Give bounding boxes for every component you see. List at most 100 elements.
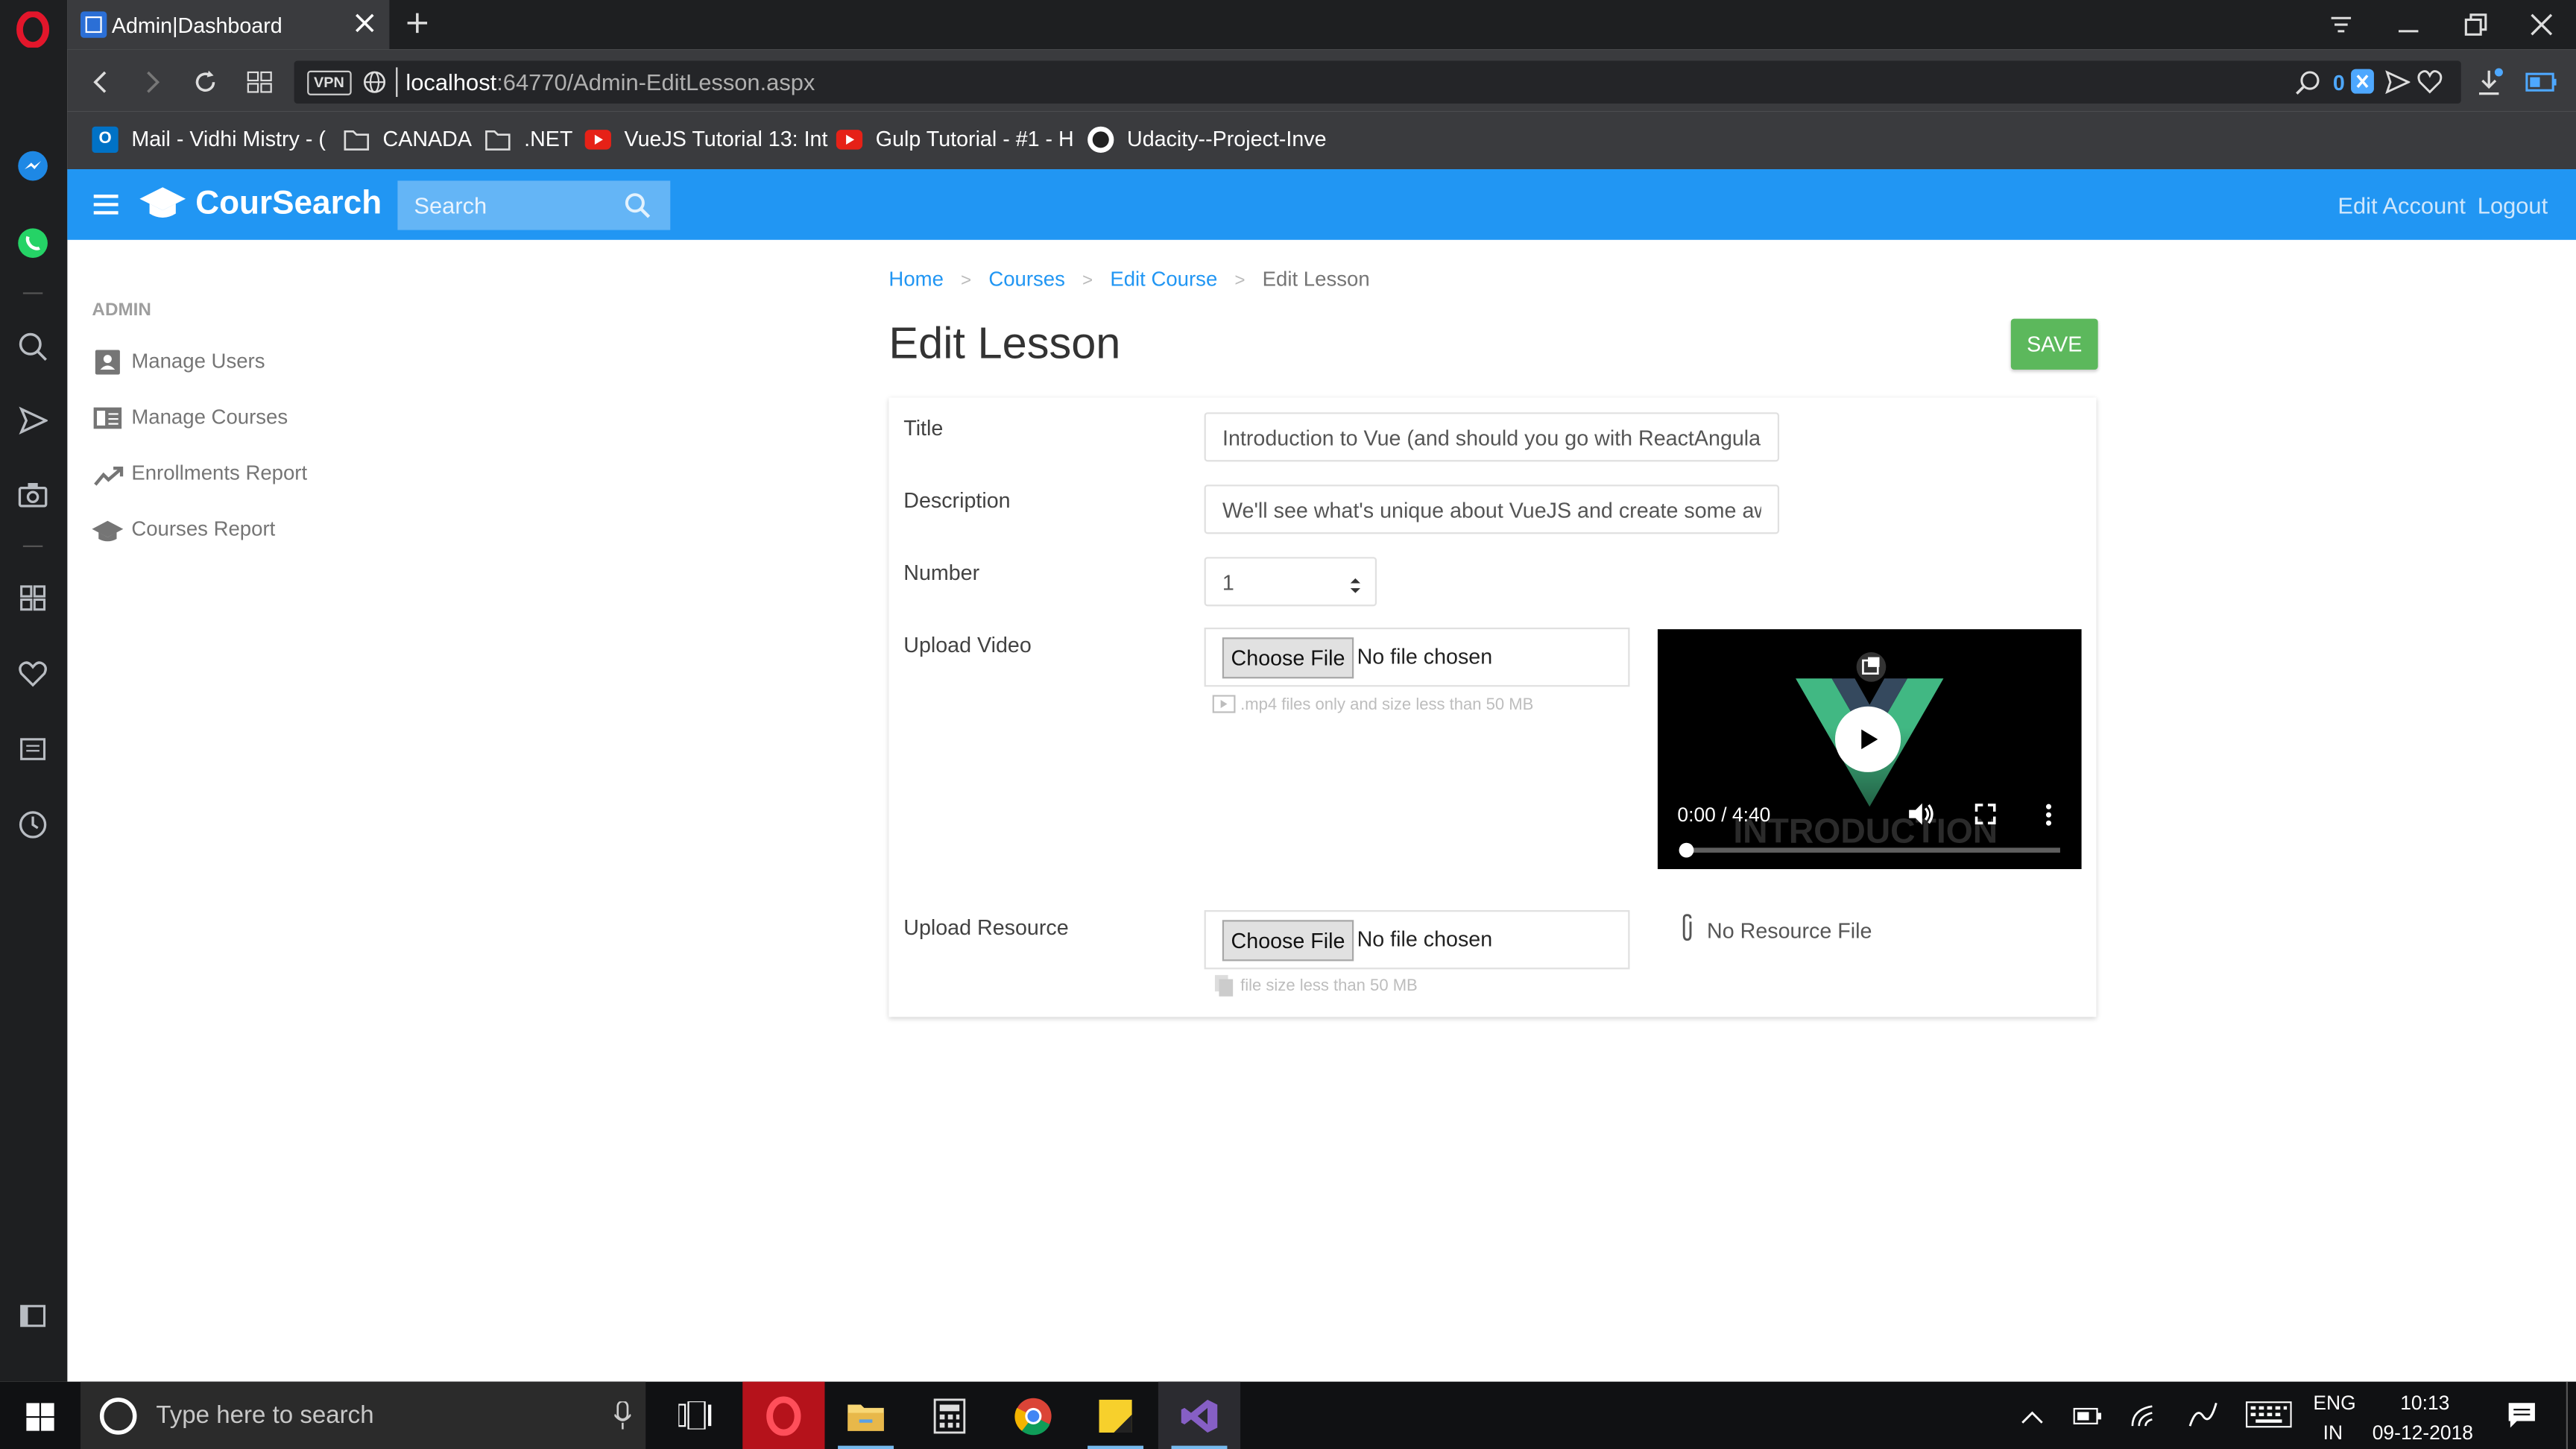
back-icon[interactable] <box>89 69 112 104</box>
action-center-icon[interactable] <box>2507 1401 2536 1437</box>
news-icon[interactable] <box>16 733 49 765</box>
restore-icon[interactable] <box>2463 11 2489 45</box>
touch-keyboard-icon[interactable] <box>2246 1401 2292 1436</box>
taskbar-search-box[interactable]: Type here to search <box>80 1381 646 1449</box>
video-progress-handle[interactable] <box>1679 842 1694 858</box>
search-box[interactable] <box>397 180 671 230</box>
choose-video-file-button[interactable]: Choose File <box>1222 637 1354 679</box>
speed-dial-icon[interactable] <box>16 581 49 614</box>
bookmark-canada[interactable]: CANADA <box>383 127 472 151</box>
search-page-icon[interactable] <box>2295 69 2321 104</box>
whatsapp-icon[interactable] <box>16 227 49 259</box>
taskbar-chrome[interactable] <box>992 1382 1074 1449</box>
edit-account-link[interactable]: Edit Account <box>2337 192 2466 218</box>
windows-start-icon[interactable] <box>26 1403 54 1439</box>
language-indicator[interactable]: ENG <box>2313 1392 2355 1415</box>
pen-workspace-icon[interactable] <box>2187 1400 2220 1438</box>
graduation-cap-logo-icon[interactable] <box>139 184 186 232</box>
vpn-badge[interactable]: VPN <box>307 70 351 95</box>
new-tab-icon[interactable] <box>404 10 430 44</box>
minimize-icon[interactable] <box>2396 11 2422 45</box>
spinner-arrows-icon[interactable] <box>1349 573 1363 603</box>
send-icon[interactable] <box>16 404 49 437</box>
clock-date[interactable]: 09-12-2018 <box>2373 1421 2473 1445</box>
downloads-icon[interactable] <box>2474 67 2504 105</box>
show-desktop-button[interactable] <box>2566 1381 2569 1449</box>
browser-tab[interactable]: Admin|Dashboard <box>67 0 390 50</box>
play-button-icon[interactable] <box>1834 706 1901 772</box>
snapshot-send-icon[interactable] <box>2384 69 2411 104</box>
tab-close-icon[interactable] <box>352 10 378 36</box>
clock-time[interactable]: 10:13 <box>2400 1392 2449 1415</box>
taskbar-search-input[interactable]: Type here to search <box>156 1401 373 1429</box>
cortana-icon[interactable] <box>98 1396 138 1444</box>
show-hidden-icons-icon[interactable] <box>2021 1405 2044 1435</box>
bookmark-gulp[interactable]: Gulp Tutorial - #1 - H <box>876 127 1074 151</box>
title-input[interactable] <box>1204 412 1780 462</box>
address-bar[interactable]: VPN localhost:64770/Admin-EditLesson.asp… <box>294 60 2461 104</box>
region-indicator[interactable]: IN <box>2323 1421 2343 1445</box>
bookmark-dotnet[interactable]: .NET <box>524 127 572 151</box>
graduation-cap-icon <box>92 519 124 552</box>
logout-link[interactable]: Logout <box>2478 192 2548 218</box>
taskbar-file-explorer[interactable] <box>824 1382 906 1449</box>
hamburger-menu-icon[interactable] <box>93 194 119 224</box>
microphone-icon[interactable] <box>613 1400 632 1437</box>
resource-file-input[interactable]: Choose File No file chosen <box>1204 910 1630 970</box>
search-icon[interactable] <box>16 330 49 363</box>
tab-menu-icon[interactable] <box>2328 11 2354 45</box>
sidebar-toggle-icon[interactable] <box>16 1299 49 1332</box>
outlook-icon: O <box>92 126 119 153</box>
fullscreen-icon[interactable] <box>1974 804 1996 833</box>
taskbar-visual-studio[interactable] <box>1158 1381 1241 1449</box>
adblock-icon[interactable] <box>2351 69 2374 94</box>
close-window-icon[interactable] <box>2528 11 2554 45</box>
bookmark-mail[interactable]: Mail - Vidhi Mistry - ( <box>131 127 326 151</box>
picture-in-picture-icon[interactable] <box>1854 651 1887 692</box>
breadcrumb-edit-course[interactable]: Edit Course <box>1110 268 1217 291</box>
taskbar-opera[interactable] <box>742 1381 825 1449</box>
adblock-count: 0 <box>2332 70 2345 95</box>
task-view-icon[interactable] <box>678 1400 712 1437</box>
sidebar-item-manage-users[interactable]: Manage Users <box>92 348 584 381</box>
taskbar-sticky-notes[interactable] <box>1074 1382 1156 1449</box>
bookmark-heart-icon[interactable] <box>2416 69 2443 102</box>
more-options-icon[interactable] <box>2045 804 2052 835</box>
video-file-input[interactable]: Choose File No file chosen <box>1204 627 1630 687</box>
number-stepper[interactable]: 1 <box>1204 557 1377 607</box>
video-no-file-text: No file chosen <box>1357 644 1493 669</box>
breadcrumb-home[interactable]: Home <box>888 268 943 291</box>
file-copy-icon <box>1214 974 1234 1006</box>
opera-logo-icon[interactable] <box>16 11 50 48</box>
search-input[interactable] <box>397 180 645 230</box>
heart-icon[interactable] <box>16 657 49 690</box>
sidebar-item-manage-courses[interactable]: Manage Courses <box>92 404 584 437</box>
video-player[interactable]: INTRODUCTION 0:00 / 4:40 <box>1657 629 2082 869</box>
volume-icon[interactable] <box>1907 802 1935 835</box>
messenger-icon[interactable] <box>16 150 49 183</box>
history-icon[interactable] <box>16 808 49 841</box>
save-button[interactable]: SAVE <box>2010 318 2098 370</box>
app-header: CourSearch Edit Account Logout <box>67 169 2576 240</box>
brand-name[interactable]: CourSearch <box>195 186 382 224</box>
tiles-icon[interactable] <box>247 69 273 104</box>
choose-resource-file-button[interactable]: Choose File <box>1222 920 1354 962</box>
forward-icon[interactable] <box>142 69 165 104</box>
url-path: :64770/Admin-EditLesson.aspx <box>496 69 815 95</box>
description-input[interactable] <box>1204 484 1780 534</box>
reload-icon[interactable] <box>192 69 218 104</box>
url-text[interactable]: localhost:64770/Admin-EditLesson.aspx <box>405 69 815 95</box>
search-icon[interactable] <box>625 192 651 227</box>
tab-title: Admin|Dashboard <box>111 13 282 38</box>
bookmark-vuejs[interactable]: VueJS Tutorial 13: Int <box>625 127 828 151</box>
breadcrumb-courses[interactable]: Courses <box>988 268 1065 291</box>
camera-icon[interactable] <box>16 478 49 511</box>
video-progress-track[interactable] <box>1685 847 2060 853</box>
wifi-icon[interactable] <box>2130 1401 2159 1436</box>
sidebar-item-courses-report[interactable]: Courses Report <box>92 516 584 549</box>
taskbar-calculator[interactable] <box>909 1382 991 1449</box>
sidebar-item-enrollments-report[interactable]: Enrollments Report <box>92 460 584 493</box>
battery-saver-icon[interactable] <box>2525 69 2558 104</box>
battery-icon[interactable] <box>2073 1405 2103 1435</box>
bookmark-udacity[interactable]: Udacity--Project-Inve <box>1127 127 1327 151</box>
